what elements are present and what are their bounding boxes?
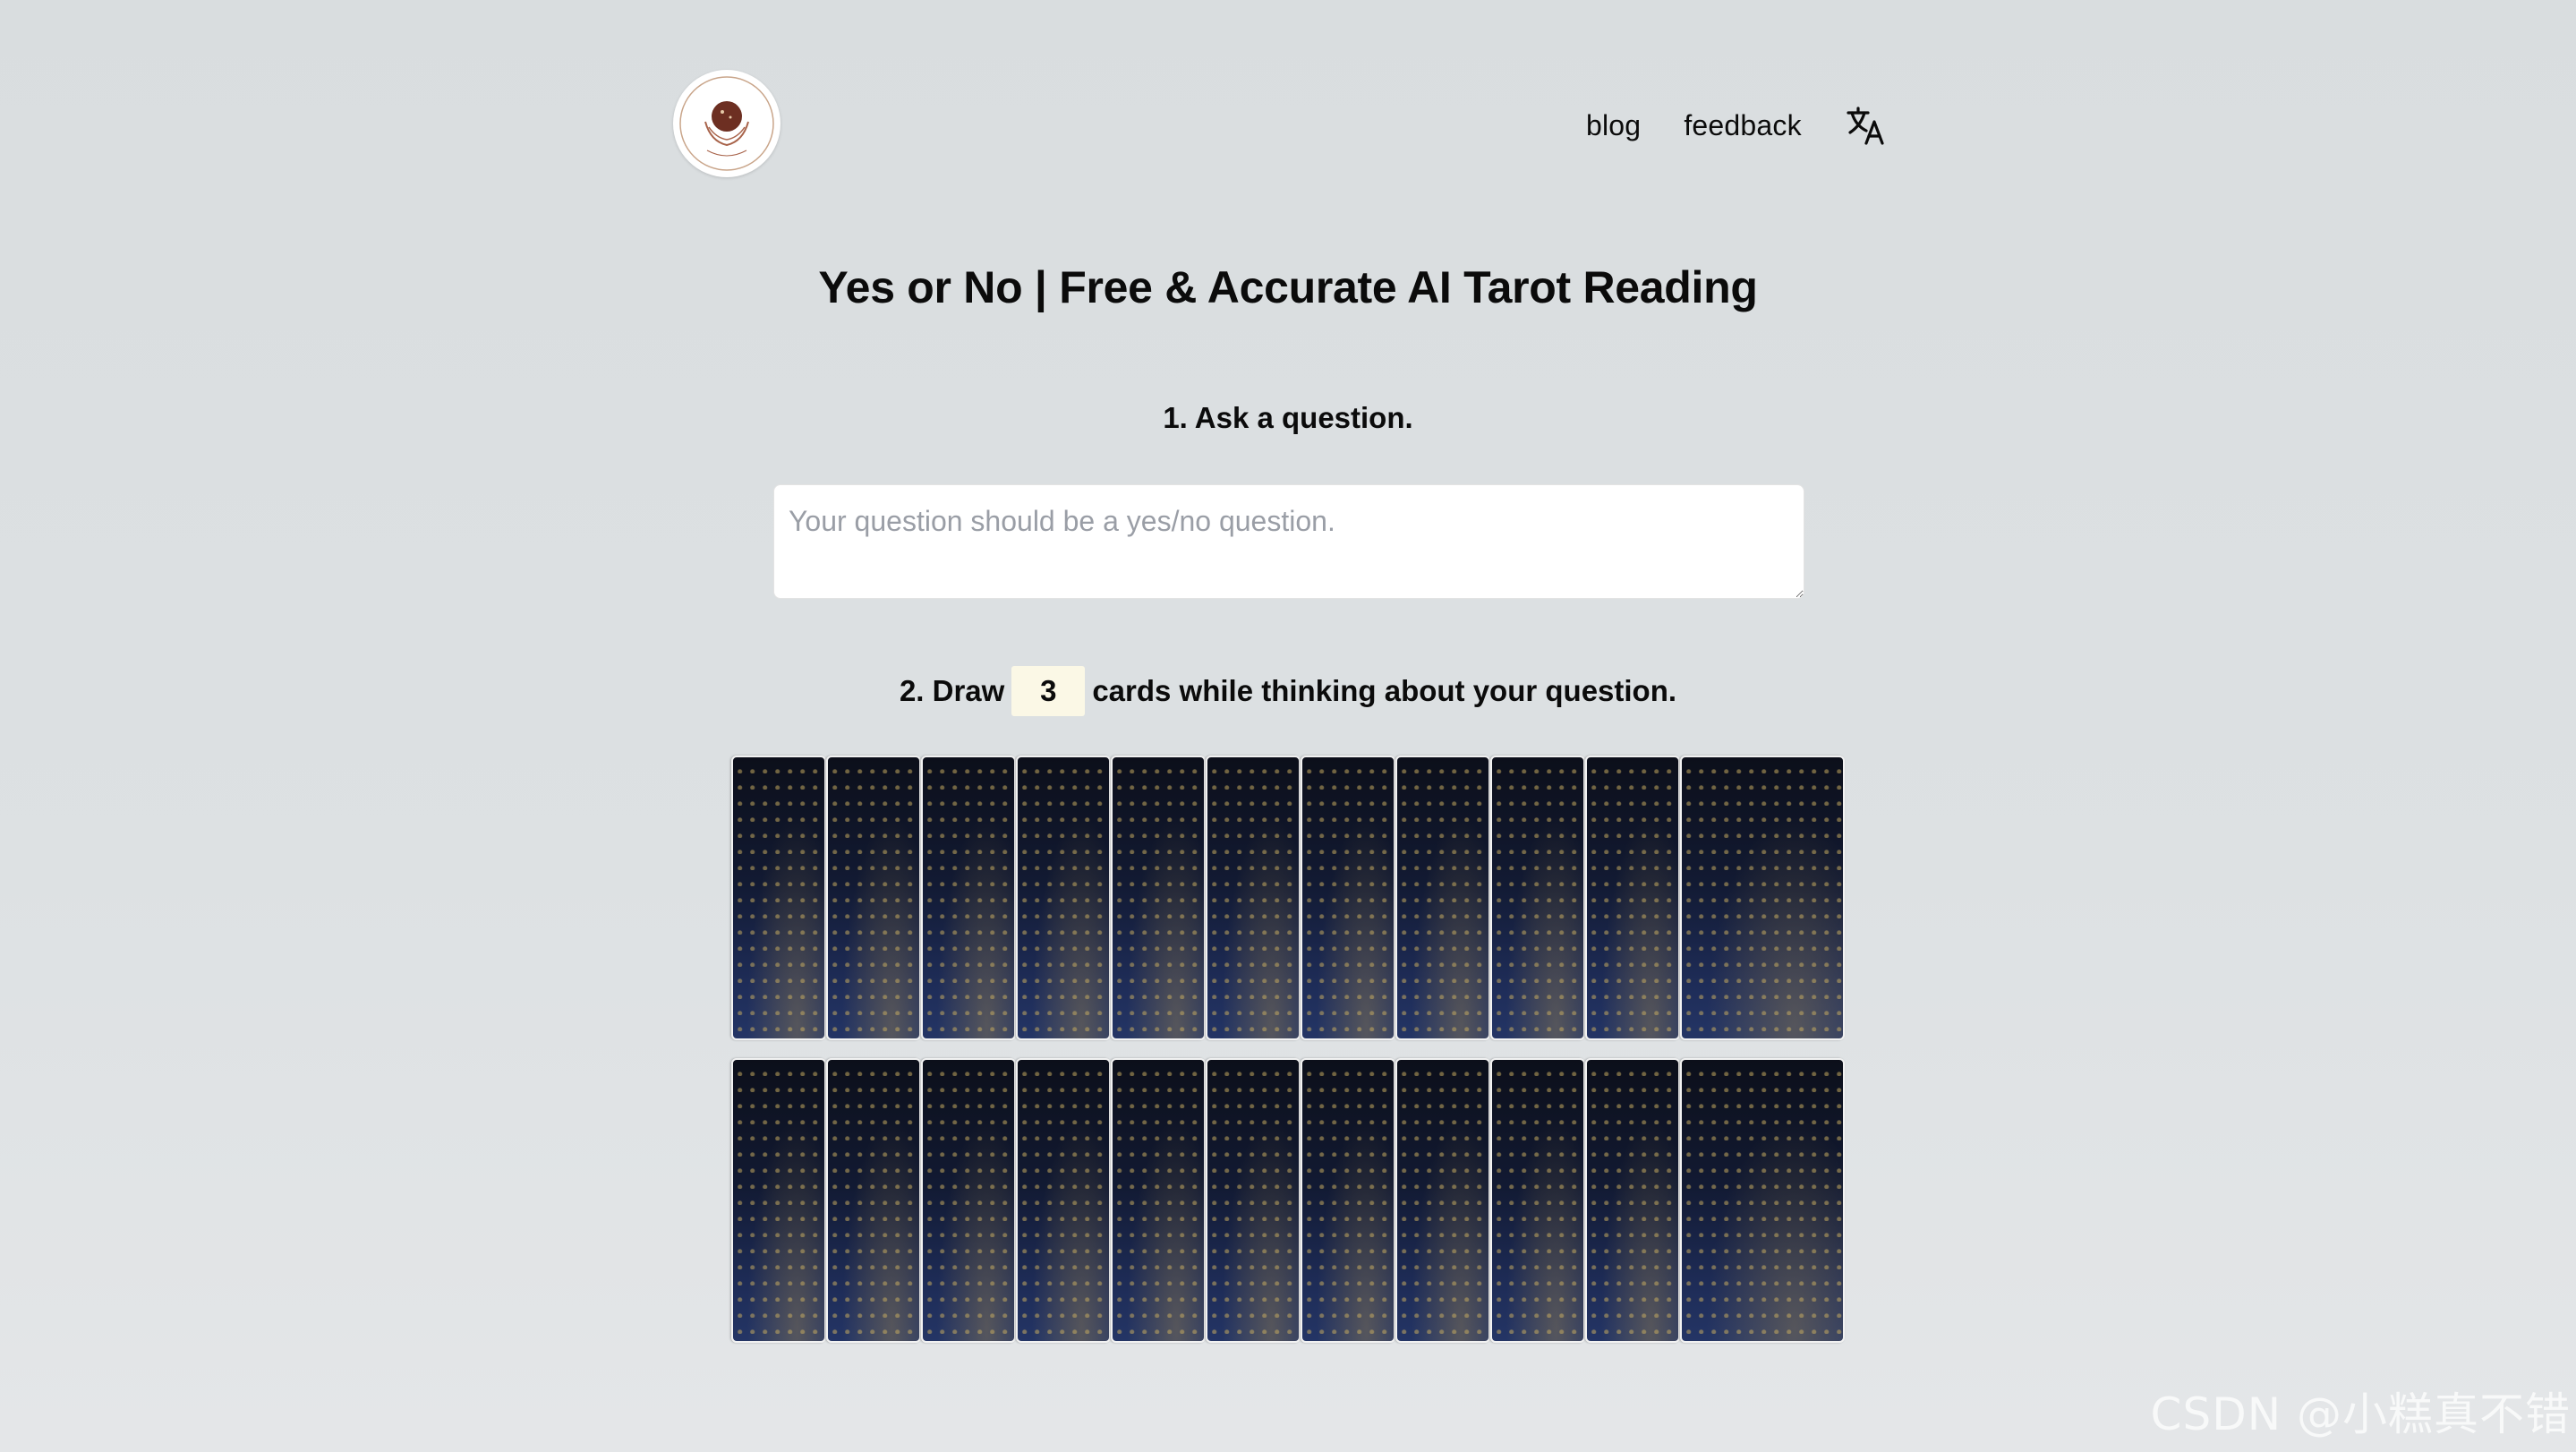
card-deck-row-2 [731,1058,1847,1343]
tarot-card-back[interactable] [826,756,921,1040]
translate-icon[interactable] [1845,104,1888,147]
step2-suffix: cards while thinking about your question… [1092,674,1677,707]
tarot-card-back[interactable] [1016,756,1111,1040]
tarot-card-back[interactable] [731,756,826,1040]
step1-label: 1. Ask a question. [1163,401,1413,434]
tarot-card-back[interactable] [1016,1058,1111,1343]
step2-instruction: 2. Draw 3 cards while thinking about you… [0,666,2576,716]
tarot-card-back[interactable] [1395,1058,1490,1343]
tarot-card-back[interactable] [826,1058,921,1343]
tarot-card-back[interactable] [1395,756,1490,1040]
nav-feedback-link[interactable]: feedback [1684,109,1801,142]
question-input[interactable] [773,484,1804,599]
draw-count-badge: 3 [1011,666,1086,716]
tarot-card-back[interactable] [731,1058,826,1343]
logo-hands-orb-icon [679,76,774,171]
tarot-card-back[interactable] [1490,756,1585,1040]
top-nav: blog feedback [1586,100,1888,150]
tarot-card-back[interactable] [1680,1058,1845,1343]
tarot-card-back[interactable] [1301,1058,1395,1343]
watermark: CSDN @小糕真不错 [2150,1388,2571,1440]
tarot-card-back[interactable] [1111,1058,1206,1343]
tarot-card-back[interactable] [921,756,1016,1040]
tarot-card-back[interactable] [1111,756,1206,1040]
card-deck-row-1 [731,756,1847,1040]
tarot-card-back[interactable] [1206,1058,1301,1343]
step2-prefix: 2. Draw [899,674,1005,707]
tarot-card-back[interactable] [1680,756,1845,1040]
tarot-card-back[interactable] [1490,1058,1585,1343]
tarot-card-back[interactable] [1585,1058,1680,1343]
tarot-card-back[interactable] [1585,756,1680,1040]
tarot-card-back[interactable] [1301,756,1395,1040]
site-logo[interactable] [673,70,780,177]
tarot-card-back[interactable] [1206,756,1301,1040]
nav-blog-link[interactable]: blog [1586,109,1641,142]
tarot-card-back[interactable] [921,1058,1016,1343]
page-title: Yes or No | Free & Accurate AI Tarot Rea… [818,262,1758,312]
